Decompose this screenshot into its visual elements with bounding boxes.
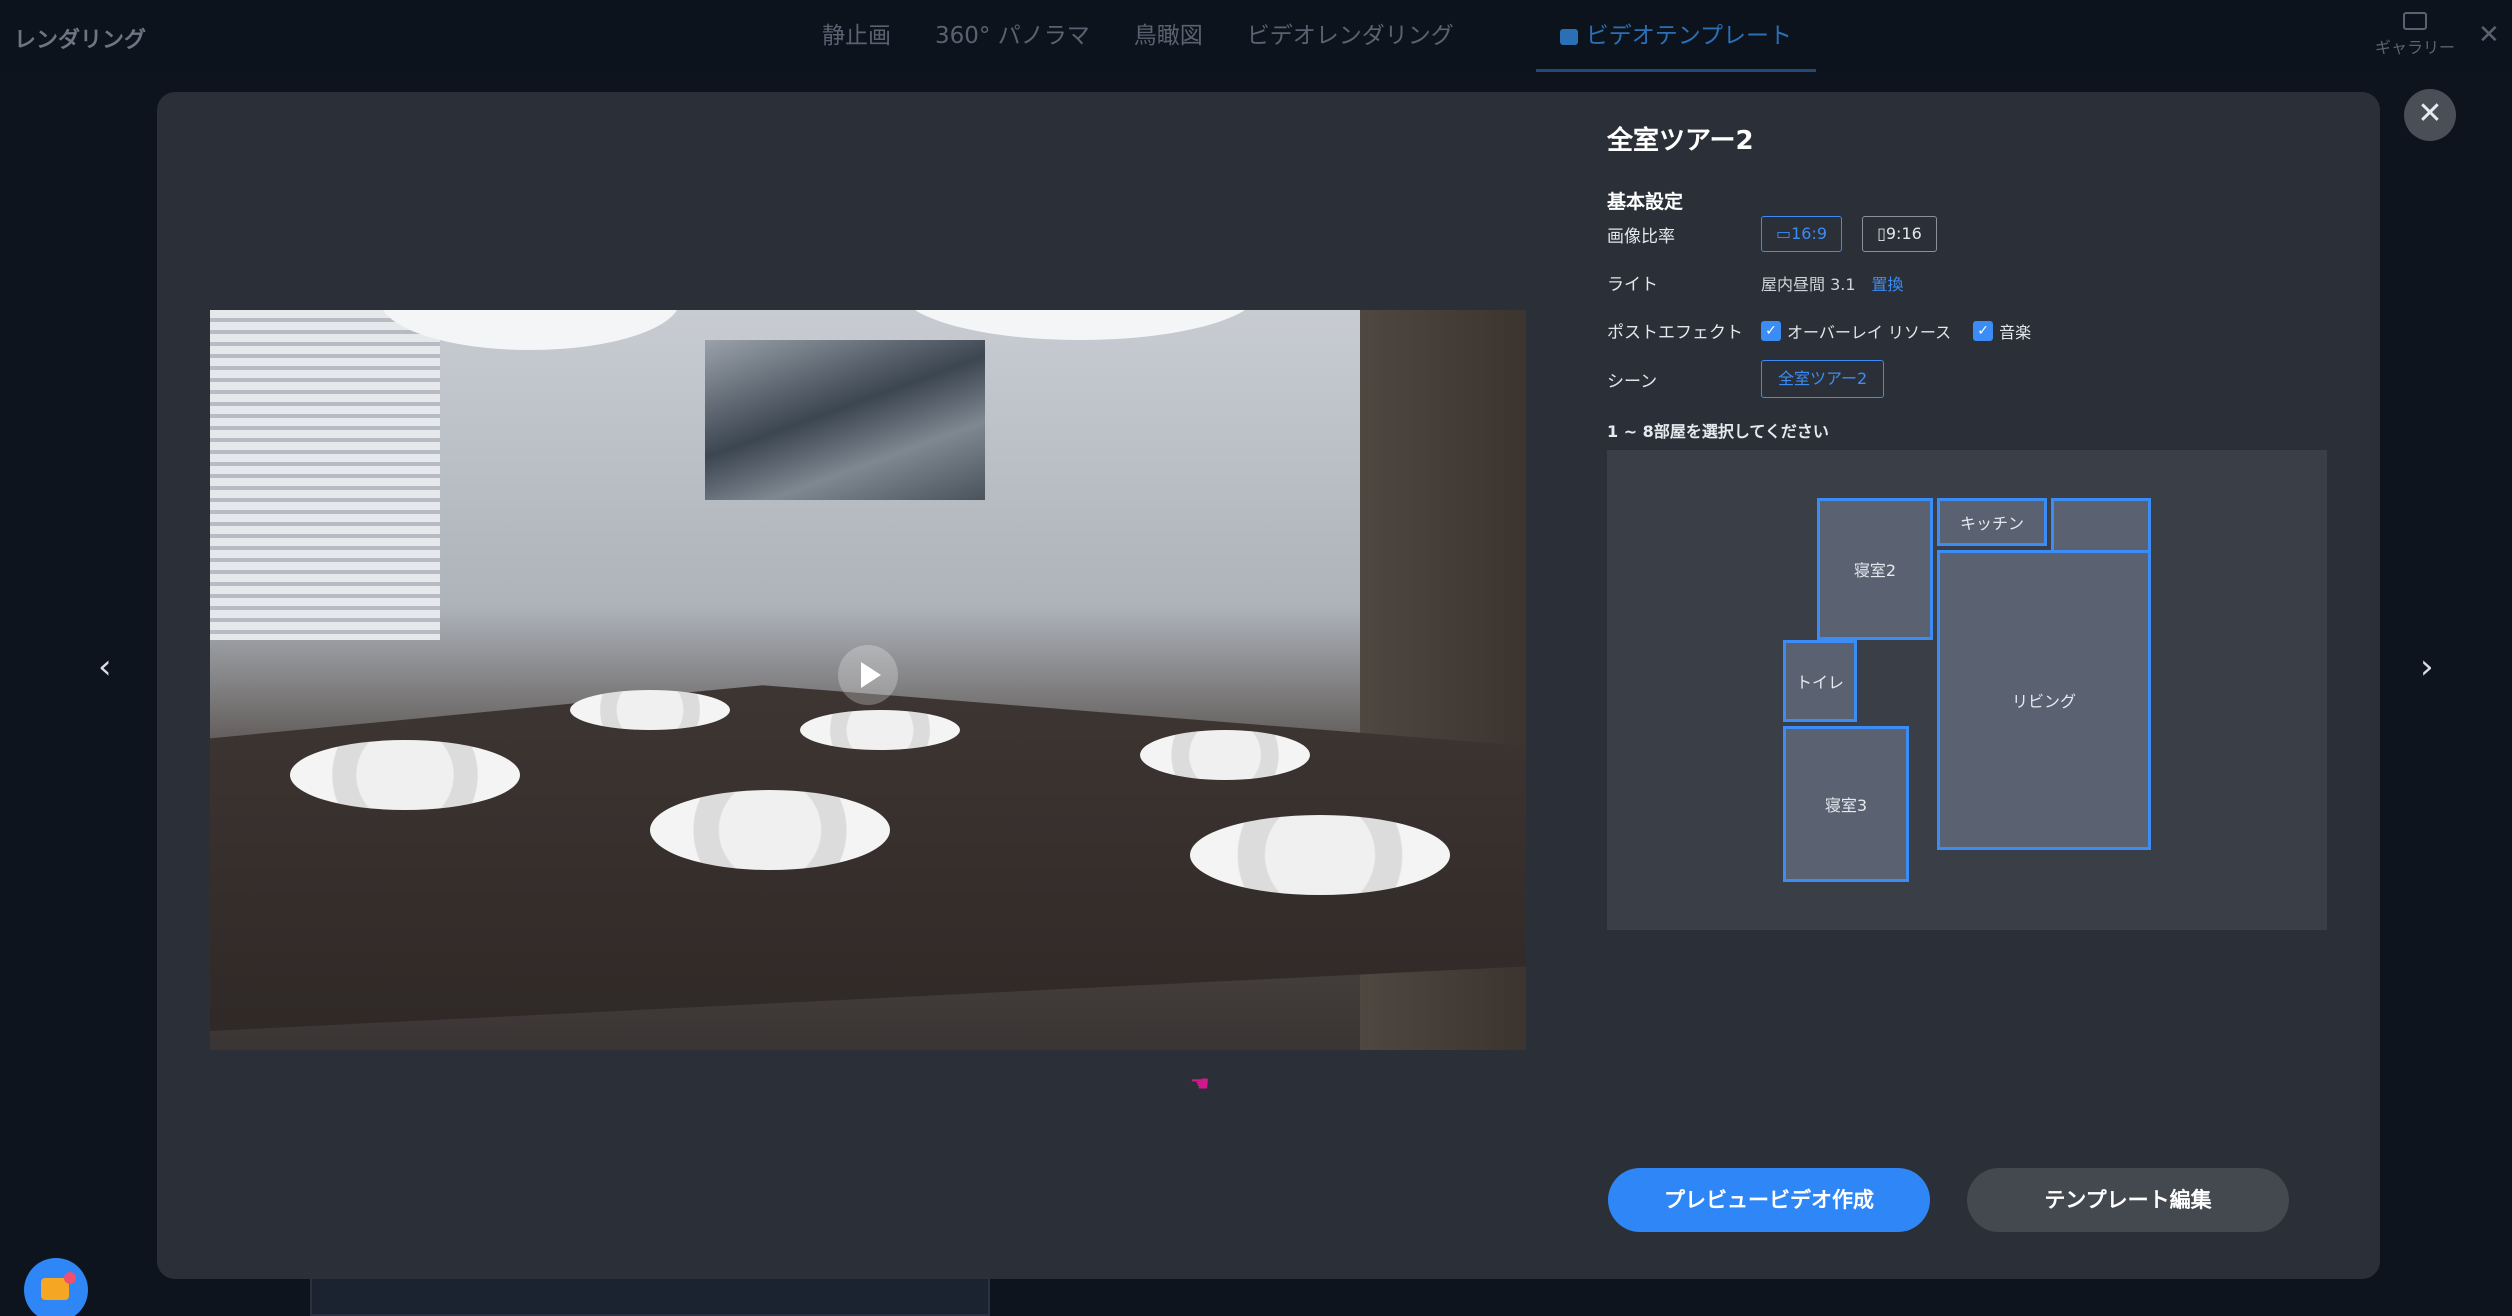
tab-birdseye[interactable]: 鳥瞰図 [1112, 0, 1225, 72]
close-icon[interactable]: ✕ [2404, 89, 2456, 141]
settings-panel: 全室ツアー2 基本設定 画像比率 ▭16:9 ▯9:16 ライト 屋内昼間 3.… [1607, 120, 2327, 930]
plate [290, 740, 520, 810]
chevron-left-icon[interactable]: ‹ [98, 650, 112, 684]
wall-painting [705, 340, 985, 500]
app-title: レンダリング [14, 28, 147, 53]
scene-button[interactable]: 全室ツアー2 [1761, 360, 1885, 398]
tab-video-template-label: ビデオテンプレート [1585, 23, 1793, 49]
create-preview-video-button[interactable]: プレビュービデオ作成 [1608, 1168, 1930, 1232]
aspect-16-9-button[interactable]: ▭16:9 [1761, 216, 1843, 252]
room-bedroom3[interactable]: 寝室3 [1783, 726, 1909, 882]
aspect-ratio-row: 画像比率 ▭16:9 ▯9:16 [1607, 216, 1957, 252]
app-window: レンダリング 静止画 360° パノラマ 鳥瞰図 ビデオレンダリング ビデオテン… [0, 0, 2512, 1316]
scene-row: シーン 全室ツアー2 [1607, 360, 1885, 398]
aspect-9-16-button[interactable]: ▯9:16 [1862, 216, 1937, 252]
window-blinds [210, 310, 440, 640]
overlay-resource-checkbox[interactable]: ✓ オーバーレイ リソース [1761, 319, 1951, 343]
tab-still[interactable]: 静止画 [800, 0, 913, 72]
mode-tabs: 静止画 360° パノラマ 鳥瞰図 ビデオレンダリング ビデオテンプレート [800, 0, 1817, 72]
plate [1140, 730, 1310, 780]
basic-settings-heading: 基本設定 [1607, 191, 1684, 213]
room-living[interactable]: リビング [1937, 550, 2151, 850]
play-icon[interactable] [838, 645, 898, 705]
edit-template-button[interactable]: テンプレート編集 [1967, 1168, 2289, 1232]
plate [1190, 815, 1450, 895]
gallery-label: ギャラリー [2374, 38, 2455, 57]
video-preview[interactable] [210, 310, 1526, 1050]
gallery-button[interactable]: ギャラリー [2370, 12, 2460, 58]
room-select-hint: 1 ~ 8部屋を選択してください [1607, 422, 1829, 441]
tab-video-template[interactable]: ビデオテンプレート [1535, 0, 1817, 72]
checkmark-icon: ✓ [1761, 320, 1781, 341]
tab-panorama[interactable]: 360° パノラマ [913, 0, 1112, 72]
room-bedroom2[interactable]: 寝室2 [1817, 498, 1933, 640]
post-effect-row: ポストエフェクト ✓ オーバーレイ リソース ✓ 音楽 [1607, 318, 2053, 343]
pointer-cursor: ☚ [1190, 1072, 1210, 1097]
top-bar: レンダリング 静止画 360° パノラマ 鳥瞰図 ビデオレンダリング ビデオテン… [0, 0, 2512, 72]
light-row: ライト 屋内昼間 3.1 置換 [1607, 270, 1904, 296]
plate [800, 710, 960, 750]
replace-light-link[interactable]: 置換 [1872, 271, 1904, 295]
checkmark-icon: ✓ [1973, 320, 1994, 341]
notification-dot [64, 1272, 76, 1284]
window-close-icon[interactable]: ✕ [2478, 20, 2500, 50]
room-toilet[interactable]: トイレ [1783, 640, 1857, 722]
template-title: 全室ツアー2 [1607, 126, 1754, 156]
post-effect-label: ポストエフェクト [1607, 323, 1743, 343]
scene-label: シーン [1607, 371, 1658, 392]
pendant-lamp [900, 310, 1260, 340]
gallery-icon [2403, 12, 2427, 30]
light-label: ライト [1607, 275, 1658, 295]
plate [650, 790, 890, 870]
light-value: 屋内昼間 3.1 [1761, 274, 1856, 294]
music-checkbox[interactable]: ✓ 音楽 [1973, 319, 2031, 343]
chat-icon[interactable] [24, 1258, 88, 1316]
aspect-ratio-label: 画像比率 [1607, 226, 1675, 247]
template-icon [1559, 28, 1578, 45]
floor-plan: 寝室2 キッチン 寝室 1 トイレ リビング 寝室3 [1607, 450, 2327, 930]
room-kitchen[interactable]: キッチン [1937, 498, 2047, 546]
chevron-right-icon[interactable]: › [2420, 650, 2434, 684]
plate [570, 690, 730, 730]
tab-video-rendering[interactable]: ビデオレンダリング [1225, 0, 1476, 72]
background-card [310, 1275, 990, 1316]
